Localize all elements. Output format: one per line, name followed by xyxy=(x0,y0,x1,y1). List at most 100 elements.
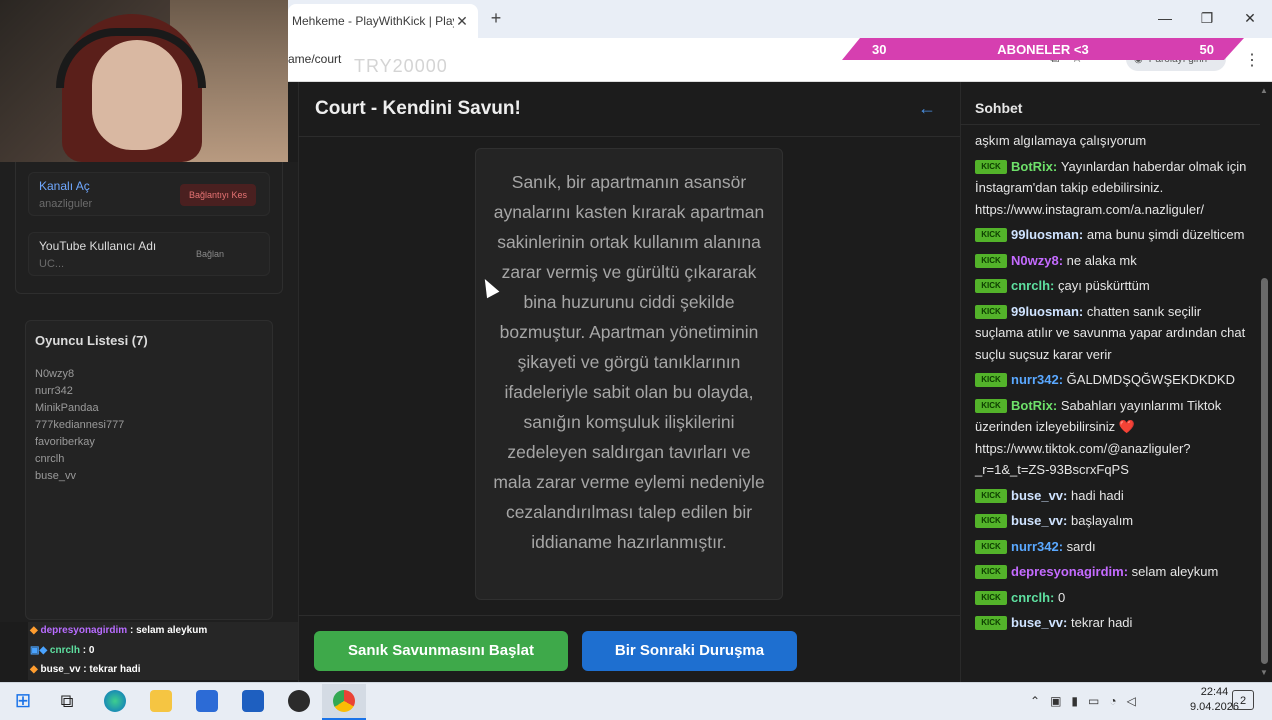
url-text[interactable]: ame/court xyxy=(288,52,341,66)
chat-message: KICK depresyonagirdim: selam aleykum xyxy=(975,561,1247,583)
overlay-chat-text: : selam aleykum xyxy=(129,625,208,636)
task-view-icon[interactable]: ⧉ xyxy=(56,690,78,712)
disconnect-button[interactable]: Bağlantıyı Kes xyxy=(180,184,256,206)
chat-message: KICK 99luosman: ama bunu şimdi düzelticem xyxy=(975,224,1247,246)
chat-text: selam aleykum xyxy=(1131,564,1219,579)
chat-username[interactable]: N0wzy8 xyxy=(1011,253,1059,268)
chat-username[interactable]: nurr342 xyxy=(1011,372,1059,387)
chat-message: KICK N0wzy8: ne alaka mk xyxy=(975,250,1247,272)
chat-message: KICK BotRix: Sabahları yayınlarımı Tiktok… xyxy=(975,395,1247,481)
chat-message: KICK cnrclh: çayı püskürttüm xyxy=(975,275,1247,297)
chat-text: sardı xyxy=(1066,538,1096,554)
start-defense-button[interactable]: Sanık Savunmasını Başlat xyxy=(314,631,568,671)
kick-badge-icon: KICK xyxy=(975,159,1007,174)
chat-message: KICK nurr342: sardı xyxy=(975,536,1247,558)
chat-message: KICK nurr342: ĞALDMDŞQĞWŞEKDKDKD xyxy=(975,369,1247,391)
overlay-chat-line: ▣◆ cnrclh : 0 xyxy=(30,645,94,656)
player-item: buse_vv xyxy=(35,470,76,482)
chat-username[interactable]: cnrclh xyxy=(1011,278,1050,293)
chat-username[interactable]: 99luosman xyxy=(1011,304,1079,319)
chat-username[interactable]: buse_vv xyxy=(1011,488,1063,503)
outlook-icon[interactable] xyxy=(242,690,264,712)
obs-studio-icon[interactable] xyxy=(288,690,310,712)
kick-badge-icon: KICK xyxy=(975,616,1007,630)
chat-message: KICK buse_vv: hadi hadi xyxy=(975,485,1247,507)
close-window-button[interactable]: ✕ xyxy=(1235,8,1265,28)
scroll-down-icon[interactable]: ▼ xyxy=(1260,668,1268,677)
chat-username[interactable]: BotRix xyxy=(1011,159,1053,174)
chat-username-separator: : xyxy=(1058,252,1067,268)
start-windows-icon[interactable]: ⊞ xyxy=(12,690,34,712)
kick-badge-icon: KICK xyxy=(975,398,1007,413)
chat-username[interactable]: BotRix xyxy=(1011,398,1053,413)
player-item: 777kediannesi777 xyxy=(35,419,125,431)
close-tab-icon[interactable]: ✕ xyxy=(454,13,470,30)
volume-icon[interactable]: ◁ xyxy=(1127,694,1136,708)
chat-username-separator: : xyxy=(1063,487,1071,503)
chat-username-separator: : xyxy=(1063,513,1071,528)
chat-username-separator: : xyxy=(1050,589,1058,605)
player-item: N0wzy8 xyxy=(35,368,75,380)
chat-username[interactable]: cnrclh xyxy=(1011,590,1050,605)
chat-username[interactable]: nurr342 xyxy=(1011,539,1059,554)
chat-text: başlayalım xyxy=(1071,513,1134,528)
chat-text: ne alaka mk xyxy=(1066,252,1137,268)
microphone-icon[interactable]: ▮ xyxy=(1071,694,1078,708)
chat-username-separator: : xyxy=(1058,538,1067,554)
kick-badge-icon: KICK xyxy=(975,590,1007,605)
menu-icon[interactable]: ⋮ xyxy=(1244,50,1260,70)
chat-message: KICK cnrclh: 0 xyxy=(975,587,1247,609)
overlay-chat-user: depresyonagirdim xyxy=(40,625,128,636)
chat-username-separator: : xyxy=(1078,303,1087,319)
kick-badge-icon: KICK xyxy=(975,279,1007,293)
kick-badge-icon: KICK xyxy=(975,514,1007,528)
chat-username[interactable]: buse_vv xyxy=(1011,615,1063,630)
player-list-title: Oyuncu Listesi (7) xyxy=(35,333,148,348)
overlay-chat-text: : 0 xyxy=(82,645,95,656)
overlay-chat-line: ◆ depresyonagirdim : selam aleykum xyxy=(30,625,207,636)
chat-text: ĞALDMDŞQĞWŞEKDKDKD xyxy=(1066,372,1235,387)
next-hearing-button[interactable]: Bir Sonraki Duruşma xyxy=(582,631,797,671)
notification-icon[interactable]: 2 xyxy=(1232,690,1254,710)
browser-tab[interactable]: Mehkeme - PlayWithKick | PlayWithKick ✕ xyxy=(288,4,478,38)
connection-subtitle: anazliguler xyxy=(39,198,93,210)
chat-username-separator: : xyxy=(1123,564,1132,579)
player-item: favoriberkay xyxy=(35,436,95,448)
player-list: N0wzy8 nurr342 MinikPandaa 777kediannesi… xyxy=(35,366,124,485)
restore-button[interactable]: ❐ xyxy=(1192,8,1222,28)
camera-icon[interactable]: ▣ xyxy=(1050,694,1061,708)
edge-browser-icon[interactable] xyxy=(104,690,126,712)
back-arrow-icon[interactable]: ← xyxy=(918,98,936,119)
webcam-feed xyxy=(0,0,288,162)
player-item: cnrclh xyxy=(35,453,65,465)
tab-title: Mehkeme - PlayWithKick | PlayWithKick xyxy=(292,14,454,28)
overlay-ghost-text: TRY20000 xyxy=(354,56,448,76)
scroll-up-icon[interactable]: ▲ xyxy=(1260,86,1268,95)
connect-button[interactable]: Bağlan xyxy=(196,249,224,259)
chat-text: çayı püskürttüm xyxy=(1057,278,1150,293)
chat-username[interactable]: depresyonagirdim xyxy=(1011,564,1124,579)
network-icon[interactable]: ◔ xyxy=(1109,694,1116,708)
kick-badge-icon: ◆ xyxy=(30,664,38,675)
chrome-icon[interactable] xyxy=(333,690,355,712)
overlay-chat-user: buse_vv xyxy=(40,664,81,675)
chat-username[interactable]: buse_vv xyxy=(1011,513,1063,528)
connection-title[interactable]: Kanalı Aç xyxy=(39,179,90,193)
youtube-username-input[interactable]: UC... xyxy=(39,258,64,270)
connection-youtube: YouTube Kullanıcı Adı UC... xyxy=(28,232,270,276)
connection-title: YouTube Kullanıcı Adı xyxy=(39,239,157,253)
battery-icon[interactable]: ▭ xyxy=(1088,694,1099,708)
tray-expand-icon[interactable]: ⌃ xyxy=(1030,694,1040,708)
chat-scrollbar[interactable] xyxy=(1261,278,1268,664)
chat-username[interactable]: 99luosman xyxy=(1011,227,1079,242)
footer-divider xyxy=(298,615,960,616)
title-divider xyxy=(298,136,960,137)
chat-divider xyxy=(960,124,1260,125)
kick-badge-icon: KICK xyxy=(975,228,1007,242)
page-title: Court - Kendini Savun! xyxy=(315,98,521,119)
minimize-button[interactable]: — xyxy=(1150,8,1180,28)
new-tab-button[interactable]: + xyxy=(486,8,506,28)
chat-title: Sohbet xyxy=(975,100,1023,116)
file-explorer-icon[interactable] xyxy=(150,690,172,712)
microsoft-store-icon[interactable] xyxy=(196,690,218,712)
